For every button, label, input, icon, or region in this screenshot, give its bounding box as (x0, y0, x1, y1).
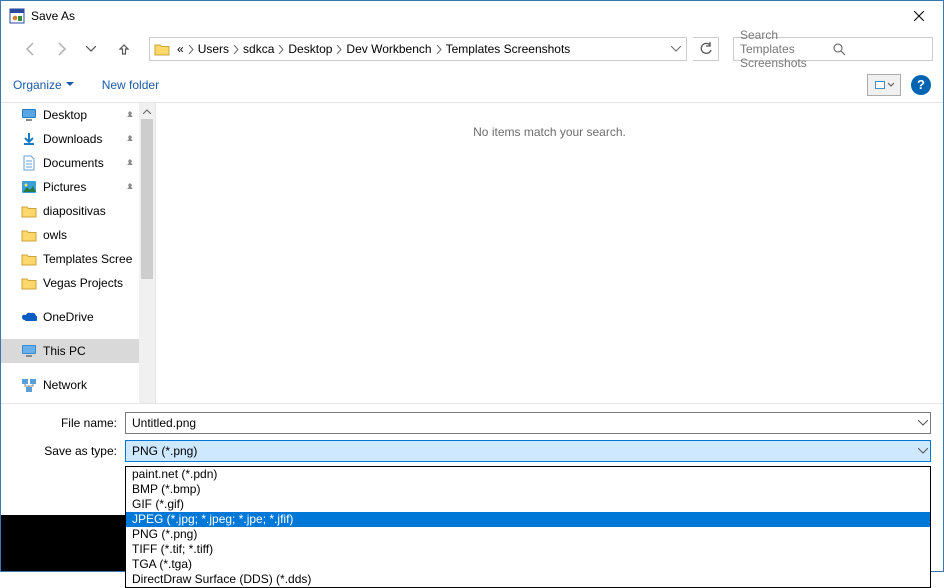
filetype-label: Save as type: (13, 444, 125, 458)
breadcrumb-item[interactable]: Templates Screenshots (443, 38, 574, 60)
tree-item[interactable]: diapositivas (1, 199, 155, 223)
breadcrumb-separator[interactable] (187, 45, 195, 54)
file-list-area: No items match your search. (156, 103, 943, 403)
tree-item-label: owls (43, 228, 67, 242)
folder-icon (21, 275, 37, 291)
filetype-option[interactable]: GIF (*.gif) (126, 497, 930, 512)
filetype-select[interactable]: PNG (*.png) (125, 440, 931, 462)
back-button[interactable] (19, 37, 43, 61)
filename-input[interactable]: Untitled.png (125, 412, 931, 434)
folder-icon (150, 42, 174, 56)
chevron-down-icon[interactable] (918, 448, 928, 454)
address-dropdown-icon[interactable] (666, 46, 686, 52)
tree-item-label: Pictures (43, 180, 86, 194)
tree-item-label: Desktop (43, 108, 87, 122)
breadcrumb-separator[interactable] (335, 45, 343, 54)
pin-icon (125, 134, 135, 144)
breadcrumb-separator[interactable] (232, 45, 240, 54)
chevron-down-icon (66, 82, 74, 87)
tree-item (1, 363, 155, 373)
chevron-down-icon[interactable] (918, 420, 928, 426)
pictures-icon (21, 179, 37, 195)
folder-icon (21, 251, 37, 267)
search-placeholder: Search Templates Screenshots (740, 28, 833, 70)
scrollbar-thumb[interactable] (141, 119, 153, 279)
tree-item[interactable]: Templates Scree (1, 247, 155, 271)
filetype-option[interactable]: BMP (*.bmp) (126, 482, 930, 497)
tree-item (1, 329, 155, 339)
pin-icon (125, 110, 135, 120)
tree-item[interactable]: This PC (1, 339, 155, 363)
forward-button[interactable] (49, 37, 73, 61)
filetype-option[interactable]: PNG (*.png) (126, 527, 930, 542)
filetype-option[interactable]: JPEG (*.jpg; *.jpeg; *.jpe; *.jfif) (126, 512, 930, 527)
tree-item-label: Vegas Projects (43, 276, 123, 290)
tree-item-label: This PC (43, 344, 86, 358)
breadcrumb-separator[interactable] (277, 45, 285, 54)
organize-button[interactable]: Organize (13, 78, 74, 92)
tree-item-label: Templates Scree (43, 252, 132, 266)
tree-item (1, 295, 155, 305)
pin-icon (125, 182, 135, 192)
recent-locations-button[interactable] (79, 37, 103, 61)
tree-item[interactable]: Network (1, 373, 155, 397)
app-icon (9, 8, 25, 24)
document-icon (21, 155, 37, 171)
tree-item-label: OneDrive (43, 310, 94, 324)
onedrive-icon (21, 309, 37, 325)
scroll-up-icon[interactable] (139, 103, 155, 119)
filetype-option[interactable]: TGA (*.tga) (126, 557, 930, 572)
filetype-option[interactable]: paint.net (*.pdn) (126, 467, 930, 482)
search-icon (833, 43, 926, 56)
folder-icon (21, 227, 37, 243)
new-folder-button[interactable]: New folder (102, 78, 159, 92)
refresh-button[interactable] (693, 37, 719, 61)
up-button[interactable] (113, 38, 135, 60)
pin-icon (125, 158, 135, 168)
breadcrumb-item[interactable]: Users (195, 38, 232, 60)
close-button[interactable] (896, 2, 941, 30)
tree-item[interactable]: Desktop (1, 103, 155, 127)
thispc-icon (21, 343, 37, 359)
help-button[interactable]: ? (911, 75, 931, 95)
download-icon (21, 131, 37, 147)
filetype-dropdown[interactable]: paint.net (*.pdn)BMP (*.bmp)GIF (*.gif)J… (125, 466, 931, 588)
tree-item[interactable]: Pictures (1, 175, 155, 199)
filename-label: File name: (13, 416, 125, 430)
breadcrumb-item[interactable]: Dev Workbench (343, 38, 434, 60)
tree-item[interactable]: OneDrive (1, 305, 155, 329)
breadcrumb-separator[interactable] (435, 45, 443, 54)
tree-item-label: Documents (43, 156, 104, 170)
tree-item[interactable]: owls (1, 223, 155, 247)
tree-item-label: Network (43, 378, 87, 392)
tree-item[interactable]: Vegas Projects (1, 271, 155, 295)
tree-item[interactable]: Downloads (1, 127, 155, 151)
scrollbar[interactable] (139, 103, 155, 403)
desktop-icon (21, 107, 37, 123)
obscured-region (1, 515, 125, 571)
address-bar[interactable]: « Users sdkca Desktop Dev Workbench Template… (149, 37, 687, 61)
filetype-option[interactable]: TIFF (*.tif; *.tiff) (126, 542, 930, 557)
breadcrumb-item[interactable]: sdkca (240, 38, 277, 60)
tree-item[interactable]: Documents (1, 151, 155, 175)
view-options-button[interactable] (867, 74, 901, 96)
breadcrumb-ellipsis[interactable]: « (174, 38, 187, 60)
network-icon (21, 377, 37, 393)
search-input[interactable]: Search Templates Screenshots (733, 37, 933, 61)
folder-icon (21, 203, 37, 219)
empty-message: No items match your search. (473, 125, 626, 403)
tree-item-label: diapositivas (43, 204, 106, 218)
filetype-option[interactable]: DirectDraw Surface (DDS) (*.dds) (126, 572, 930, 587)
breadcrumb-item[interactable]: Desktop (285, 38, 335, 60)
navigation-tree[interactable]: Desktop Downloads Documents Pictures diaposi… (1, 103, 156, 403)
tree-item-label: Downloads (43, 132, 102, 146)
window-title: Save As (31, 9, 896, 23)
